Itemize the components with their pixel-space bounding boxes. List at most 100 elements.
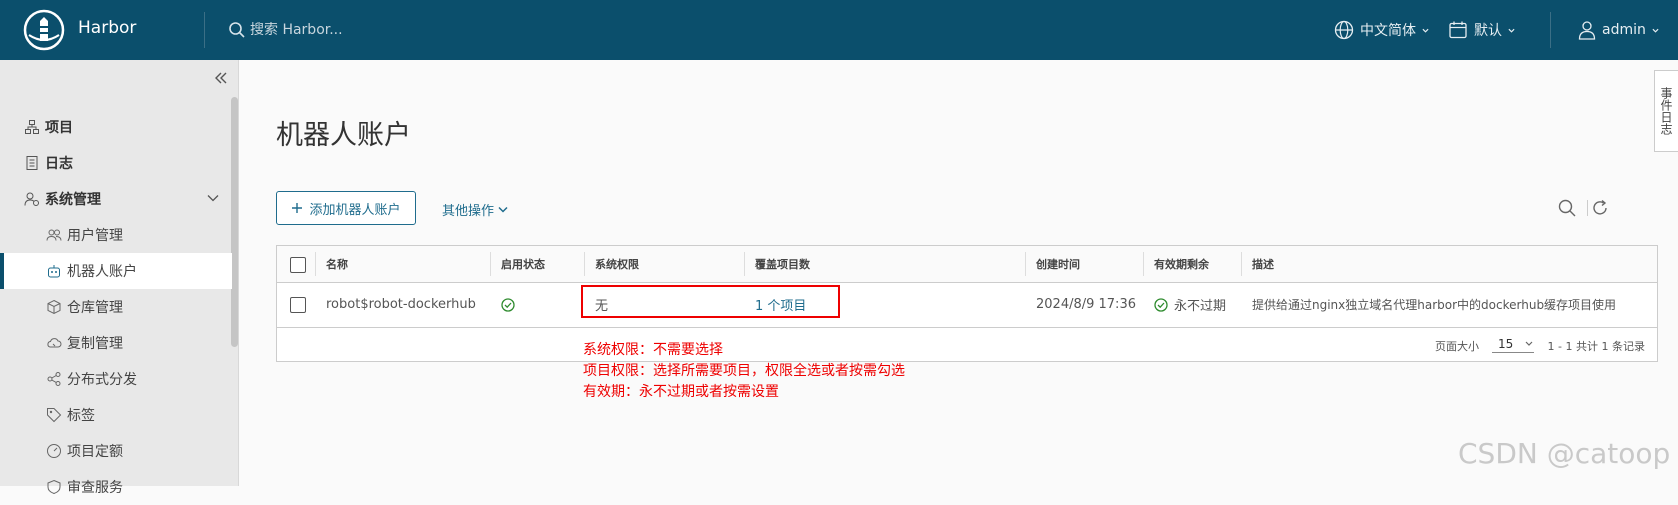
table-header: 名称 启用状态 系统权限 覆盖项目数 创建时间 有效期剩余 描述	[277, 246, 1657, 283]
column-header-description[interactable]: 描述	[1241, 246, 1641, 282]
page-size-value: 15	[1498, 336, 1514, 351]
sidebar-item-logs[interactable]: 日志	[0, 145, 232, 181]
sidebar-item-label: 审查服务	[67, 480, 123, 496]
sidebar-item-label: 复制管理	[67, 336, 123, 352]
app-title[interactable]: Harbor	[78, 18, 136, 38]
pagination-total: 1 - 1 共计 1 条记录	[1547, 340, 1645, 353]
sidebar-item-label: 系统管理	[45, 192, 101, 208]
chevron-down-icon	[1508, 28, 1515, 33]
column-header-projects[interactable]: 覆盖项目数	[744, 246, 1024, 282]
global-search[interactable]	[228, 19, 430, 41]
admin-icon	[24, 192, 39, 206]
sidebar-item-registries[interactable]: 仓库管理	[0, 289, 232, 325]
sidebar-item-replication[interactable]: 复制管理	[0, 325, 232, 361]
scanner-icon	[47, 479, 61, 495]
page-size-label: 页面大小	[1435, 340, 1479, 353]
column-header-enabled[interactable]: 启用状态	[490, 246, 585, 282]
annotation-note: 系统权限：不需要选择	[583, 342, 723, 358]
row-checkbox[interactable]	[290, 297, 306, 313]
page-size-select[interactable]: 15	[1492, 335, 1534, 353]
sidebar-item-label: 用户管理	[67, 228, 123, 244]
select-all-checkbox[interactable]	[290, 257, 306, 273]
collapse-sidebar-icon[interactable]	[214, 71, 228, 85]
column-header-system-permission[interactable]: 系统权限	[584, 246, 744, 282]
check-circle-icon	[1154, 297, 1168, 312]
chevron-down-icon	[1422, 28, 1429, 33]
sidebar-item-label: 机器人账户	[67, 264, 137, 280]
check-circle-icon	[501, 297, 515, 312]
sidebar-item-label: 仓库管理	[67, 300, 123, 316]
theme-selector[interactable]: 默认	[1448, 19, 1515, 41]
robot-accounts-table: 名称 启用状态 系统权限 覆盖项目数 创建时间 有效期剩余 描述 robot$r…	[276, 245, 1658, 362]
sidebar-item-projects[interactable]: 项目	[0, 109, 232, 145]
chevron-down-icon	[1652, 28, 1659, 33]
chevron-down-icon	[1525, 341, 1533, 346]
sidebar-item-label: 项目	[45, 120, 73, 136]
language-selector[interactable]: 中文简体	[1334, 19, 1429, 41]
search-icon[interactable]	[1558, 199, 1576, 217]
watermark: CSDN @catoop	[1458, 437, 1671, 470]
top-header: Harbor 中文简体 默认 admin	[0, 0, 1678, 60]
column-header-name[interactable]: 名称	[315, 246, 485, 282]
search-icon	[229, 22, 245, 38]
column-header-created[interactable]: 创建时间	[1025, 246, 1143, 282]
sidebar-item-quotas[interactable]: 项目定额	[0, 433, 232, 469]
log-icon	[26, 156, 38, 170]
users-icon	[46, 229, 62, 241]
replication-icon	[47, 338, 62, 348]
username: admin	[1602, 22, 1646, 38]
calendar-icon	[1449, 21, 1467, 39]
header-divider	[204, 12, 205, 48]
robot-name: robot$robot-dockerhub	[326, 297, 476, 312]
sidebar-item-label: 项目定额	[67, 444, 123, 460]
user-icon	[1578, 21, 1596, 40]
add-robot-account-button[interactable]: 添加机器人账户	[276, 191, 416, 225]
header-divider	[1550, 12, 1551, 48]
annotation-note: 项目权限：选择所需要项目，权限全选或者按需勾选	[583, 363, 905, 379]
add-button-label: 添加机器人账户	[309, 202, 401, 218]
description: 提供给通过nginx独立域名代理harbor中的dockerhub缓存项目使用	[1252, 298, 1617, 312]
chevron-down-icon	[498, 206, 508, 213]
sidebar-item-label: 日志	[45, 156, 73, 172]
sidebar-item-scanners[interactable]: 审查服务	[0, 469, 232, 505]
language-label: 中文简体	[1360, 23, 1416, 39]
sidebar-item-label: 标签	[67, 408, 95, 424]
highlight-box	[581, 285, 840, 318]
robot-icon	[48, 265, 60, 278]
other-actions-dropdown[interactable]: 其他操作	[442, 200, 508, 219]
registry-icon	[47, 299, 61, 315]
sidebar-item-labels[interactable]: 标签	[0, 397, 232, 433]
annotation-note: 有效期：永不过期或者按需设置	[583, 384, 779, 400]
enabled-status	[490, 282, 515, 327]
sidebar-scrollbar[interactable]	[231, 97, 238, 347]
harbor-logo[interactable]	[23, 9, 65, 51]
share-icon	[47, 372, 61, 386]
sidebar: 项目 日志 系统管理 用户管理 机器人账户 仓库管理 复制管理 分布式分发 标签…	[0, 60, 239, 496]
plus-icon	[292, 203, 303, 213]
table-footer: 页面大小 15 1 - 1 共计 1 条记录	[277, 327, 1657, 361]
refresh-icon[interactable]	[1591, 199, 1609, 217]
table-row[interactable]: robot$robot-dockerhub 无 1 个项目 2024/8/9 1…	[277, 282, 1657, 328]
sidebar-item-users[interactable]: 用户管理	[0, 217, 232, 253]
sidebar-item-admin[interactable]: 系统管理	[0, 181, 232, 217]
tag-icon	[47, 408, 62, 423]
search-input[interactable]	[246, 22, 430, 38]
quota-icon	[47, 444, 61, 458]
sidebar-item-robot-accounts[interactable]: 机器人账户	[0, 253, 232, 289]
globe-icon	[1334, 20, 1354, 40]
toolbar-divider	[1587, 200, 1588, 216]
other-actions-label: 其他操作	[442, 204, 495, 219]
user-menu[interactable]: admin	[1578, 19, 1659, 41]
column-header-expiry[interactable]: 有效期剩余	[1143, 246, 1241, 282]
expiry-cell: 永不过期	[1143, 282, 1226, 327]
theme-label: 默认	[1474, 23, 1502, 39]
event-log-tab[interactable]: 事件日志	[1654, 70, 1678, 152]
created-time: 2024/8/9 17:36	[1036, 297, 1136, 312]
projects-icon	[25, 120, 39, 134]
expiry-text: 永不过期	[1174, 299, 1227, 314]
chevron-down-icon	[207, 195, 219, 202]
sidebar-item-label: 分布式分发	[67, 372, 137, 388]
sidebar-item-distribution[interactable]: 分布式分发	[0, 361, 232, 397]
active-indicator	[0, 253, 4, 289]
page-title: 机器人账户	[276, 120, 411, 151]
